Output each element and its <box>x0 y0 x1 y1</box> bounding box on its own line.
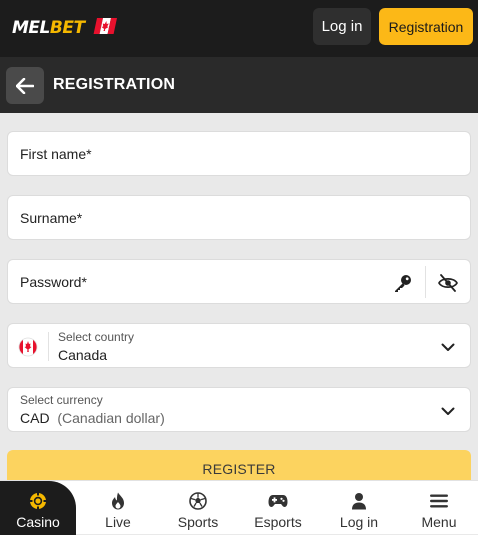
currency-select[interactable]: Select currency CAD (Canadian dollar) <box>7 387 471 432</box>
chevron-down-icon <box>440 339 456 355</box>
flag-divider <box>48 332 49 361</box>
password-placeholder: Password* <box>20 274 87 290</box>
canada-flag-icon <box>8 324 48 369</box>
page-title: REGISTRATION <box>53 76 176 93</box>
surname-placeholder: Surname* <box>20 210 83 226</box>
eye-slash-icon[interactable] <box>426 260 470 305</box>
currency-name: (Canadian dollar) <box>57 410 165 426</box>
country-value: Canada <box>58 347 108 363</box>
currency-value: CAD (Canadian dollar) <box>20 410 165 426</box>
top-bar: MELBET Log in Registration <box>0 0 478 57</box>
arrow-left-icon <box>16 77 34 94</box>
country-select[interactable]: Select country Canada <box>7 323 471 368</box>
nav-label: Live <box>105 514 131 530</box>
melbet-logo[interactable]: MELBET <box>12 16 117 40</box>
chevron-down-icon <box>440 403 456 419</box>
flame-icon <box>111 490 125 512</box>
soccer-ball-icon <box>189 490 207 512</box>
canada-flag-icon <box>93 17 117 39</box>
key-icon[interactable] <box>381 260 425 305</box>
currency-code: CAD <box>20 410 50 426</box>
currency-label: Select currency <box>20 393 103 407</box>
country-label: Select country <box>58 330 135 344</box>
title-bar: REGISTRATION <box>0 57 478 113</box>
nav-menu[interactable]: Menu <box>399 481 478 535</box>
bottom-navigation: Casino Live Sports Esports Log in Menu <box>0 480 478 535</box>
back-button[interactable] <box>6 67 44 104</box>
casino-chip-icon <box>29 490 47 512</box>
login-button[interactable]: Log in <box>313 8 371 45</box>
nav-login[interactable]: Log in <box>319 481 399 535</box>
nav-live[interactable]: Live <box>78 481 158 535</box>
nav-label: Casino <box>16 514 60 530</box>
gamepad-icon <box>268 490 288 512</box>
surname-field[interactable]: Surname* <box>7 195 471 240</box>
hamburger-icon <box>430 490 448 512</box>
nav-casino[interactable]: Casino <box>0 481 76 535</box>
registration-button[interactable]: Registration <box>379 8 473 45</box>
nav-label: Esports <box>254 514 302 530</box>
nav-label: Menu <box>421 514 457 530</box>
password-field[interactable]: Password* <box>7 259 471 304</box>
nav-esports[interactable]: Esports <box>238 481 318 535</box>
first-name-field[interactable]: First name* <box>7 131 471 176</box>
nav-label: Log in <box>339 514 379 530</box>
nav-label: Sports <box>177 514 219 530</box>
nav-sports[interactable]: Sports <box>158 481 238 535</box>
user-icon <box>351 490 367 512</box>
first-name-placeholder: First name* <box>20 146 92 162</box>
logo-text: MELBET <box>12 18 85 38</box>
